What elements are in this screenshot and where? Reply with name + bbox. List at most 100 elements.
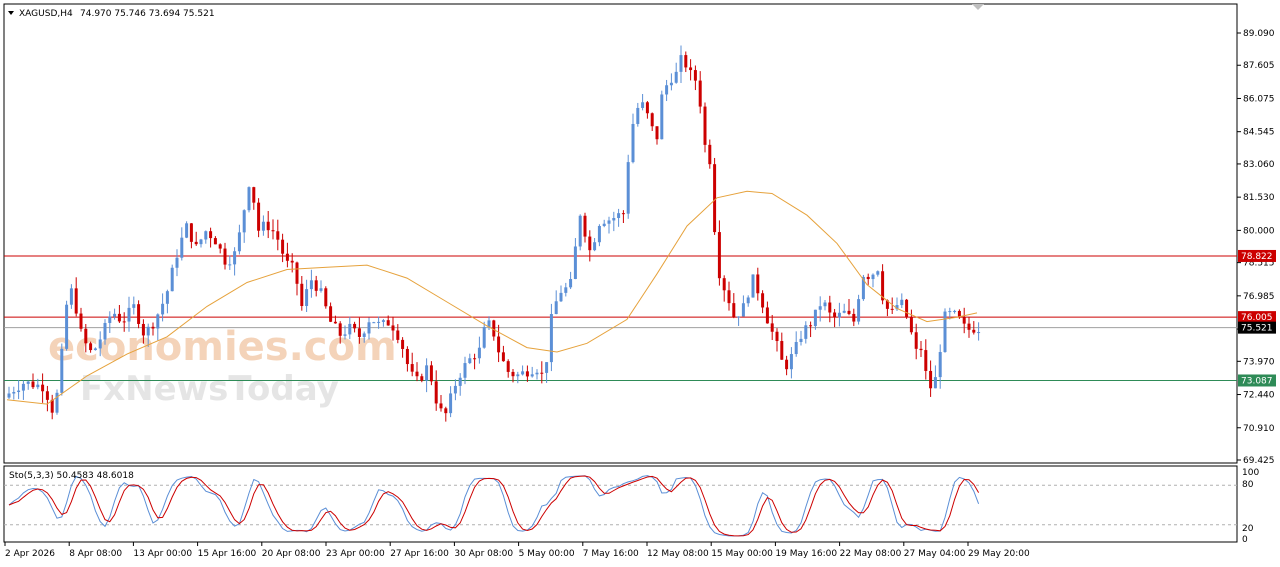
stochastic-level-0: 0 bbox=[1242, 535, 1248, 545]
candle-body bbox=[737, 316, 741, 318]
candle bbox=[55, 389, 59, 415]
candle-body bbox=[770, 323, 774, 332]
candle-body bbox=[204, 231, 208, 240]
candle-body bbox=[535, 372, 539, 375]
candle-body bbox=[631, 123, 635, 163]
candle-body bbox=[564, 287, 568, 293]
candle-body bbox=[559, 292, 563, 302]
candle bbox=[65, 300, 69, 351]
x-tick-label: 29 May 20:00 bbox=[968, 549, 1030, 559]
candle-body bbox=[900, 299, 904, 306]
candle-body bbox=[674, 71, 678, 83]
candle-body bbox=[722, 278, 726, 291]
y-tick-label: 76.985 bbox=[1243, 292, 1275, 302]
candle-body bbox=[185, 223, 189, 238]
candle-body bbox=[434, 381, 438, 404]
candle-body bbox=[463, 363, 467, 378]
candle-body bbox=[271, 230, 275, 232]
candle-body bbox=[780, 341, 784, 360]
candle-body bbox=[7, 393, 11, 398]
candle-body bbox=[823, 302, 827, 307]
candle-body bbox=[799, 338, 803, 343]
candle-body bbox=[573, 246, 577, 280]
candle-body bbox=[698, 80, 702, 107]
candle-body bbox=[36, 384, 40, 388]
candle-body bbox=[703, 106, 707, 145]
candle bbox=[170, 264, 174, 292]
candle bbox=[324, 286, 328, 309]
stochastic-level-20: 20 bbox=[1242, 524, 1254, 534]
candle-body bbox=[290, 260, 294, 263]
candle-body bbox=[597, 225, 601, 243]
y-tick-label: 86.075 bbox=[1243, 94, 1275, 104]
candle bbox=[60, 343, 64, 396]
x-tick-label: 15 May 00:00 bbox=[711, 549, 773, 559]
candle-body bbox=[785, 359, 789, 370]
candle-body bbox=[621, 213, 625, 215]
candle-body bbox=[593, 242, 597, 251]
candle-body bbox=[353, 323, 357, 329]
candle-body bbox=[684, 55, 688, 68]
svg-text:76.005: 76.005 bbox=[1241, 313, 1273, 323]
candle-body bbox=[410, 364, 414, 372]
candle-body bbox=[943, 311, 947, 353]
candle-body bbox=[372, 322, 376, 324]
candle-body bbox=[530, 374, 534, 377]
candle-body bbox=[127, 307, 131, 322]
candle-body bbox=[871, 274, 875, 280]
candle-body bbox=[357, 328, 361, 337]
candle-body bbox=[266, 221, 270, 231]
candle bbox=[626, 154, 630, 219]
candle-body bbox=[890, 308, 894, 310]
candle-body bbox=[569, 279, 573, 288]
candle-body bbox=[789, 354, 793, 370]
candle-body bbox=[26, 381, 30, 384]
candle-body bbox=[362, 333, 366, 337]
candle-body bbox=[909, 317, 913, 333]
candle-body bbox=[50, 399, 54, 413]
x-tick-label: 13 Apr 00:00 bbox=[133, 549, 192, 559]
candle-body bbox=[41, 384, 45, 392]
candle-body bbox=[156, 314, 160, 329]
candle bbox=[578, 214, 582, 251]
candle-body bbox=[386, 320, 390, 326]
candle-body bbox=[852, 313, 856, 322]
candle-body bbox=[679, 55, 683, 72]
x-tick-label: 7 May 16:00 bbox=[583, 549, 639, 559]
candle-body bbox=[338, 323, 342, 336]
x-tick-label: 8 Apr 08:00 bbox=[69, 549, 122, 559]
candle-body bbox=[804, 325, 808, 339]
candle-body bbox=[924, 350, 928, 371]
candle-body bbox=[161, 303, 165, 315]
candle-body bbox=[300, 283, 304, 306]
candle-body bbox=[578, 215, 582, 247]
candle-body bbox=[189, 223, 193, 242]
candle-body bbox=[607, 220, 611, 224]
candle-body bbox=[377, 321, 381, 323]
candle-body bbox=[833, 312, 837, 318]
svg-text:75.521: 75.521 bbox=[1241, 324, 1273, 334]
candle-body bbox=[612, 217, 616, 221]
candle-body bbox=[314, 280, 318, 291]
candle-body bbox=[933, 377, 937, 389]
candle-body bbox=[962, 317, 966, 324]
candle-body bbox=[617, 213, 621, 218]
candle-body bbox=[199, 239, 203, 245]
y-tick-label: 72.440 bbox=[1243, 391, 1275, 401]
candle-body bbox=[117, 313, 121, 322]
y-tick-label: 70.910 bbox=[1243, 424, 1275, 434]
candle-body bbox=[765, 307, 769, 324]
candle bbox=[713, 157, 717, 235]
candle-body bbox=[842, 310, 846, 313]
candle-body bbox=[756, 274, 760, 294]
candle-body bbox=[794, 342, 798, 355]
candle-body bbox=[391, 325, 395, 331]
candle-body bbox=[60, 348, 64, 393]
candle-body bbox=[137, 304, 141, 324]
candle-body bbox=[170, 267, 174, 292]
y-tick-label: 83.060 bbox=[1243, 160, 1275, 170]
x-tick-label: 20 Apr 08:00 bbox=[262, 549, 321, 559]
candle-body bbox=[122, 321, 126, 323]
candle-body bbox=[602, 223, 606, 226]
candle-body bbox=[242, 210, 246, 233]
